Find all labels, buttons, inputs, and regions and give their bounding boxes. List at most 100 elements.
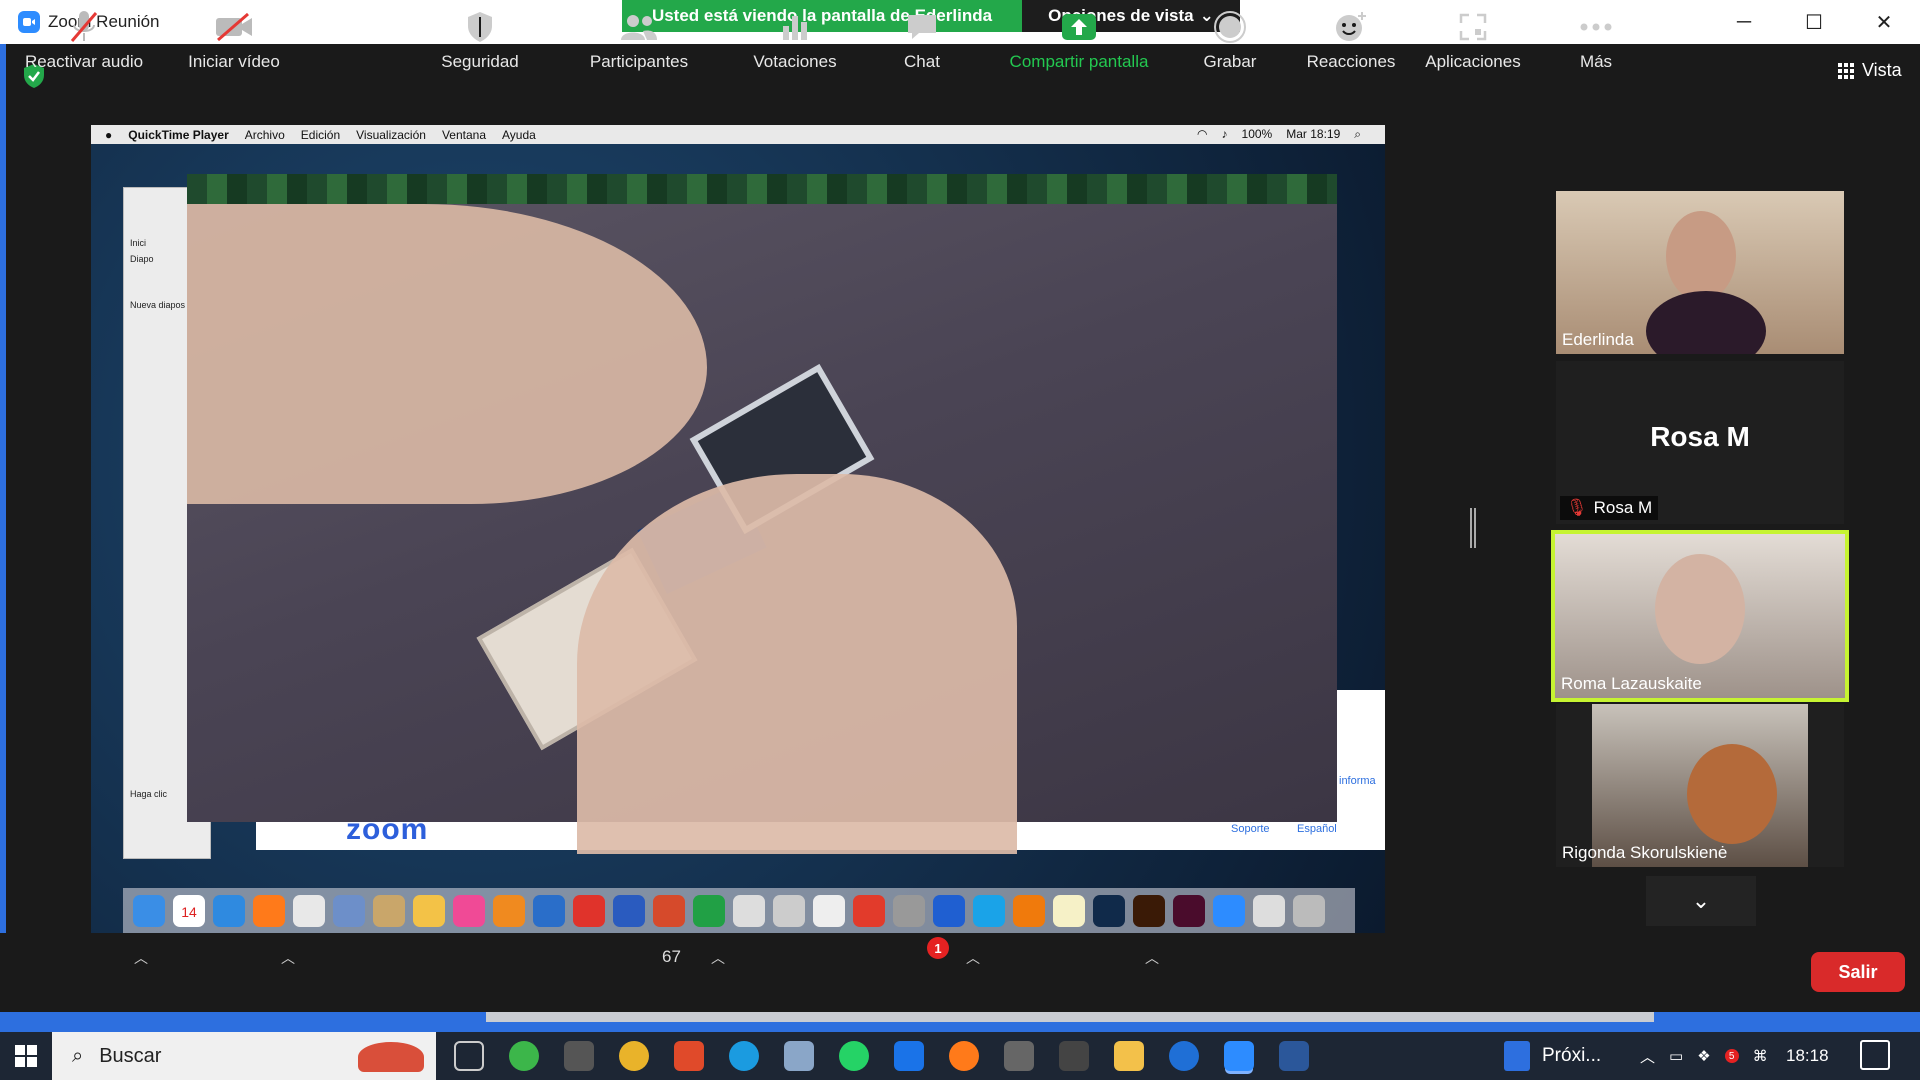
apple-icon: ● (105, 127, 113, 142)
acrobat-icon (853, 894, 885, 927)
mac-menubar: ● QuickTime Player Archivo Edición Visua… (91, 125, 1385, 144)
polls-label: Votaciones (753, 52, 837, 71)
vlc-icon (1013, 894, 1045, 927)
participant-body (1646, 291, 1766, 354)
video-options-caret-icon[interactable]: ︿ (281, 948, 295, 968)
chat-caret-icon[interactable]: ︿ (966, 948, 980, 968)
audio-options-caret-icon[interactable]: ︿ (134, 948, 148, 968)
taskbar-apps (454, 1041, 1309, 1071)
notifications-icon[interactable] (1860, 1040, 1890, 1070)
security-button[interactable]: Seguridad (430, 0, 530, 79)
chat-button[interactable]: Chat (880, 0, 964, 79)
chat-icon (905, 8, 939, 46)
more-button[interactable]: Más (1566, 0, 1626, 79)
app-icon[interactable] (674, 1041, 704, 1071)
participants-icon (619, 8, 659, 46)
chrome-icon[interactable] (619, 1041, 649, 1071)
polls-button[interactable]: Votaciones (746, 0, 844, 79)
quicktime-video (187, 174, 1337, 854)
more-label: Más (1579, 52, 1613, 71)
taskbar-clock[interactable]: 18:18 (1786, 1032, 1829, 1080)
smiley-plus-icon (1334, 8, 1368, 46)
firefox-icon[interactable] (949, 1041, 979, 1071)
search-icon: ⌕ (72, 1044, 84, 1067)
tray-badge: 5 (1724, 1049, 1739, 1063)
calendar-icon: 14 (173, 894, 205, 927)
taskbar-search[interactable]: ⌕ Buscar (52, 1032, 436, 1080)
photos-icon (413, 894, 445, 927)
share-screen-button[interactable]: Compartir pantalla (996, 0, 1162, 79)
panel-resize-handle[interactable] (1470, 508, 1476, 548)
start-button[interactable] (0, 1032, 52, 1080)
network-icon[interactable]: ⌘ (1753, 1047, 1768, 1065)
app-icon[interactable] (1004, 1041, 1034, 1071)
record-icon (1213, 8, 1247, 46)
word-taskbar-icon[interactable] (1279, 1041, 1309, 1071)
muted-mic-icon (69, 8, 99, 46)
app-icon[interactable] (564, 1041, 594, 1071)
apps-button[interactable]: Aplicaciones (1418, 0, 1528, 79)
view-label: Vista (1862, 60, 1902, 80)
chevron-down-icon: ⌄ (1691, 888, 1711, 913)
grid-icon (1838, 62, 1854, 79)
itunes-icon (453, 894, 485, 927)
start-video-button[interactable]: Iniciar vídeo (176, 0, 292, 79)
side-nueva: Nueva diapos (130, 300, 186, 310)
whatsapp-icon[interactable] (839, 1041, 869, 1071)
volume-icon: ♪ (1221, 127, 1228, 141)
calendar-doc-icon (1504, 1041, 1530, 1071)
search-placeholder: Buscar (99, 1044, 162, 1067)
safari-icon (213, 894, 245, 927)
edge-icon[interactable] (729, 1041, 759, 1071)
participants-button[interactable]: Participantes (580, 0, 698, 79)
apps-label: Aplicaciones (1425, 52, 1521, 71)
apps-icon (1457, 8, 1489, 46)
word-icon (613, 894, 645, 927)
dropbox-icon[interactable]: ❖ (1697, 1047, 1710, 1065)
participant-tile[interactable]: Rigonda Skorulskienė (1556, 704, 1844, 867)
side-diapo: Diapo (130, 254, 154, 264)
share-screen-label: Compartir pantalla (1009, 52, 1149, 71)
mac-menu-item: Ayuda (502, 127, 536, 142)
task-view-icon[interactable] (454, 1041, 484, 1071)
participant-tile-active-speaker[interactable]: Roma Lazauskaite (1551, 530, 1849, 702)
file-explorer-icon[interactable] (1114, 1041, 1144, 1071)
teamviewer-icon[interactable] (894, 1041, 924, 1071)
scroll-participants-button[interactable]: ⌄ (1646, 876, 1756, 926)
participant-tile[interactable]: Rosa M 🎙 Rosa M (1556, 361, 1844, 524)
minimize-button[interactable]: ─ (1710, 0, 1778, 44)
illustrator-icon (1133, 894, 1165, 927)
close-button[interactable]: ✕ (1850, 0, 1918, 44)
participants-count: 67 (662, 947, 681, 966)
app-icon[interactable] (1059, 1041, 1089, 1071)
participant-tile[interactable]: Ederlinda (1556, 191, 1844, 354)
unmute-audio-label: Reactivar audio (24, 52, 144, 71)
record-button[interactable]: Grabar (1186, 0, 1274, 79)
finder-icon (133, 894, 165, 927)
unmute-audio-button[interactable]: Reactivar audio (16, 0, 152, 79)
reactions-button[interactable]: Reacciones (1300, 0, 1402, 79)
chevron-up-icon[interactable]: ︿ (1640, 1046, 1655, 1067)
spotlight-icon: ⌕ (1354, 127, 1361, 141)
photoshop-icon (1093, 894, 1125, 927)
windows-taskbar: ⌕ Buscar (0, 1032, 1920, 1080)
maximize-button[interactable]: ☐ (1780, 0, 1848, 44)
chat-label: Chat (904, 52, 940, 71)
wifi-icon: ◠ (1197, 127, 1208, 141)
bar-chart-icon (780, 8, 810, 46)
battery-icon[interactable]: ▭ (1669, 1047, 1683, 1065)
mac-menu-item: Archivo (244, 127, 285, 142)
app-icon[interactable] (784, 1041, 814, 1071)
participant-name: Roma Lazauskaite (1561, 674, 1702, 693)
zoom-taskbar-icon[interactable] (1224, 1041, 1254, 1071)
share-caret-icon[interactable]: ︿ (1145, 948, 1159, 968)
app-icon[interactable] (1169, 1041, 1199, 1071)
app-icon[interactable] (509, 1041, 539, 1071)
participants-label: Participantes (589, 52, 689, 71)
next-meeting-widget[interactable]: Próxi... (1504, 1032, 1601, 1080)
leave-meeting-button[interactable]: Salir (1811, 952, 1905, 992)
books-icon (493, 894, 525, 927)
participants-caret-icon[interactable]: ︿ (711, 948, 725, 968)
textedit-icon (733, 894, 765, 927)
view-button[interactable]: Vista (1838, 60, 1902, 81)
